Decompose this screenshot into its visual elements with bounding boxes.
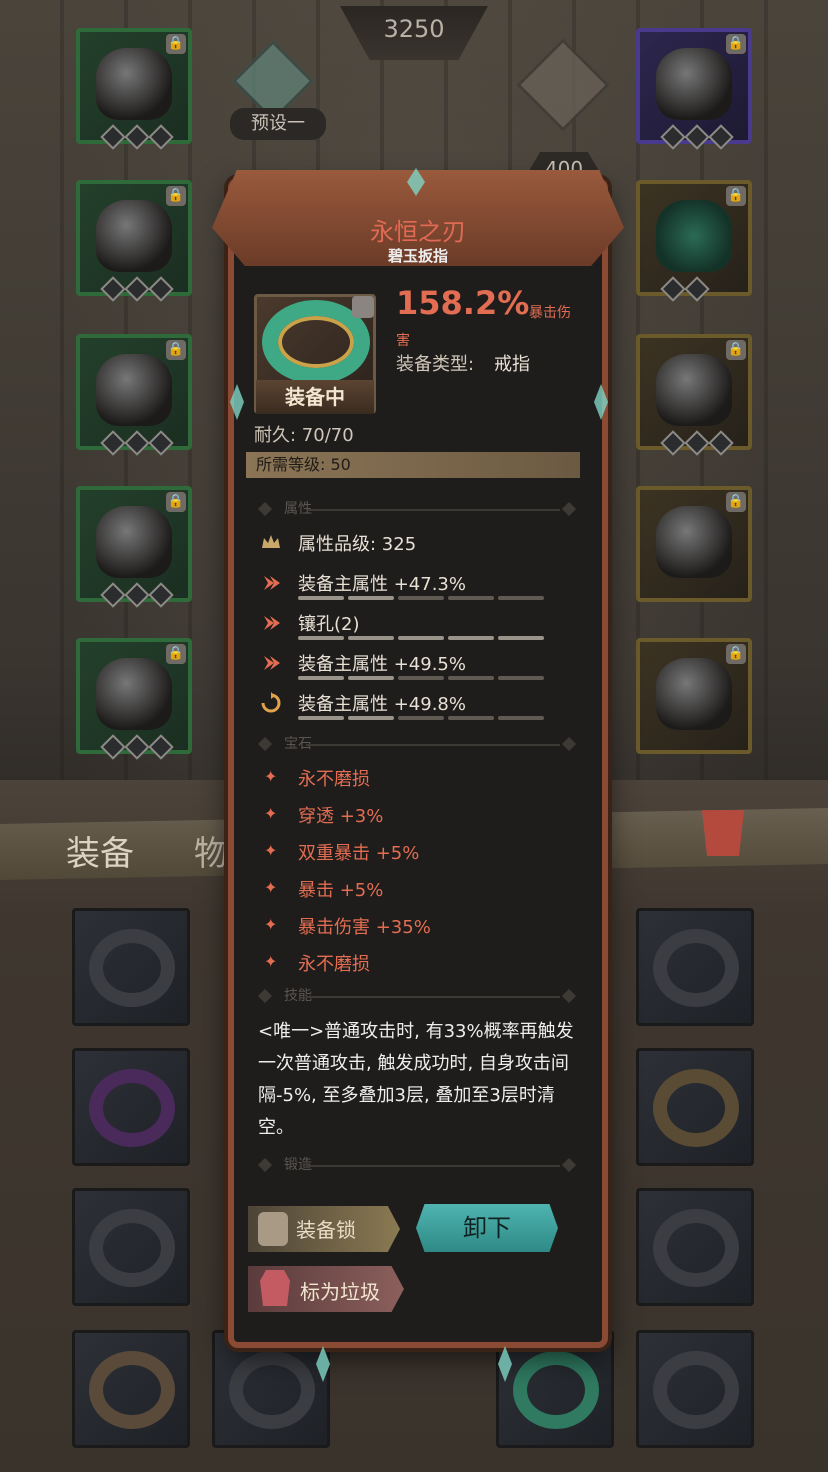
preset-button[interactable]: 预设一 (230, 108, 326, 140)
gem-row: ✦ 穿透 +3% (264, 804, 384, 827)
gem-row: ✦ 暴击 +5% (264, 878, 384, 901)
section-skill: 技能 (246, 985, 580, 1007)
lock-icon[interactable] (352, 296, 374, 318)
ring-icon (89, 1209, 175, 1287)
equip-slot-helmet[interactable]: 🔒 (76, 28, 192, 150)
helmet-icon (96, 48, 172, 120)
ring-icon (656, 200, 732, 272)
crown-icon (262, 535, 280, 548)
attribute-row: 装备主属性 +49.5% (258, 648, 578, 680)
ring-icon (656, 354, 732, 426)
gem-row: ✦ 永不磨损 (264, 767, 370, 790)
boots-icon (96, 658, 172, 730)
attribute-row: 镶孔(2) (258, 608, 578, 640)
attribute-row: 装备主属性 +49.8% (258, 688, 578, 720)
pants-icon (96, 506, 172, 578)
ring-icon (89, 929, 175, 1007)
arrow-icon (264, 616, 280, 630)
item-type-name: 碧玉扳指 (387, 247, 448, 265)
inventory-slot[interactable] (72, 1188, 190, 1306)
equip-lock-button[interactable]: 装备锁 (248, 1206, 400, 1252)
amulet-icon (656, 48, 732, 120)
equip-slot-armor[interactable]: 🔒 (76, 180, 192, 302)
lock-icon: 🔒 (726, 492, 746, 512)
ring-icon (653, 1069, 739, 1147)
junk-icon (260, 1270, 290, 1306)
attribute-row: 属性品级: 325 (258, 528, 578, 560)
bow-icon (656, 506, 732, 578)
inventory-slot[interactable] (72, 908, 190, 1026)
inventory-slot[interactable] (636, 1330, 754, 1448)
equip-slot-ring-1[interactable]: 🔒 (636, 180, 752, 302)
lock-icon: 🔒 (166, 186, 186, 206)
gem-row: ✦ 双重暴击 +5% (264, 841, 420, 864)
star-icon: ✦ (264, 767, 278, 786)
equip-slot-weapon[interactable]: 🔒 (636, 486, 752, 602)
required-level: 所需等级: 50 (246, 452, 580, 478)
inventory-slot[interactable] (636, 1188, 754, 1306)
equip-slot-ring-2[interactable]: 🔒 (636, 334, 752, 456)
ring-icon (89, 1351, 175, 1429)
claw-icon (656, 658, 732, 730)
equip-slot-offhand[interactable]: 🔒 (636, 638, 752, 754)
equip-slot-amulet[interactable]: 🔒 (636, 28, 752, 150)
lock-icon: 🔒 (166, 340, 186, 360)
lock-icon: 🔒 (726, 186, 746, 206)
section-gems: 宝石 (246, 733, 580, 755)
lock-icon: 🔒 (726, 340, 746, 360)
star-icon: ✦ (264, 841, 278, 860)
equipped-label: 装备中 (256, 380, 374, 414)
ring-icon (653, 1209, 739, 1287)
equip-slot-gloves[interactable]: 🔒 (76, 334, 192, 456)
refresh-icon (261, 692, 281, 713)
equip-type-label: 装备类型: (396, 354, 475, 375)
gem-row: ✦ 暴击伤害 +35% (264, 915, 431, 938)
arrow-icon (264, 576, 280, 590)
mark-as-junk-button[interactable]: 标为垃圾 (248, 1266, 404, 1312)
gem-row: ✦ 永不磨损 (264, 952, 370, 975)
equip-slot-pants[interactable]: 🔒 (76, 486, 192, 608)
lock-icon: 🔒 (166, 492, 186, 512)
durability: 耐久: 70/70 (254, 425, 354, 446)
inventory-slot[interactable] (72, 1048, 190, 1166)
star-icon: ✦ (264, 804, 278, 823)
lock-icon: 🔒 (166, 34, 186, 54)
ring-icon (653, 929, 739, 1007)
crit-damage-label-wrap: 害 (396, 333, 410, 349)
unequip-button[interactable]: 卸下 (416, 1204, 558, 1252)
ring-icon (513, 1351, 599, 1429)
lock-icon: 🔒 (726, 34, 746, 54)
star-icon: ✦ (264, 878, 278, 897)
inventory-slot[interactable] (72, 1330, 190, 1448)
section-forge: 锻造 (246, 1154, 580, 1176)
equip-type-value: 戒指 (494, 354, 530, 375)
crit-damage-value: 158.2% (396, 284, 530, 322)
ring-icon (653, 1351, 739, 1429)
item-name: 永恒之刃 (370, 218, 466, 246)
crit-damage-label: 暴击伤 (529, 305, 571, 321)
skill-description: <唯一>普通攻击时, 有33%概率再触发一次普通攻击, 触发成功时, 自身攻击间… (258, 1021, 574, 1138)
attribute-row: 装备主属性 +47.3% (258, 568, 578, 600)
ring-icon (89, 1069, 175, 1147)
star-icon: ✦ (264, 952, 278, 971)
section-attributes: 属性 (246, 498, 580, 520)
inventory-slot[interactable] (636, 1048, 754, 1166)
armor-icon (96, 200, 172, 272)
tab-equipment[interactable]: 装备 (66, 826, 134, 875)
arrow-icon (264, 656, 280, 670)
equip-slot-boots[interactable]: 🔒 (76, 638, 192, 760)
inventory-slot[interactable] (636, 908, 754, 1026)
ring-icon (229, 1351, 315, 1429)
lock-icon: 🔒 (726, 644, 746, 664)
star-icon: ✦ (264, 915, 278, 934)
gloves-icon (96, 354, 172, 426)
lock-icon: 🔒 (166, 644, 186, 664)
padlock-icon (258, 1212, 288, 1246)
